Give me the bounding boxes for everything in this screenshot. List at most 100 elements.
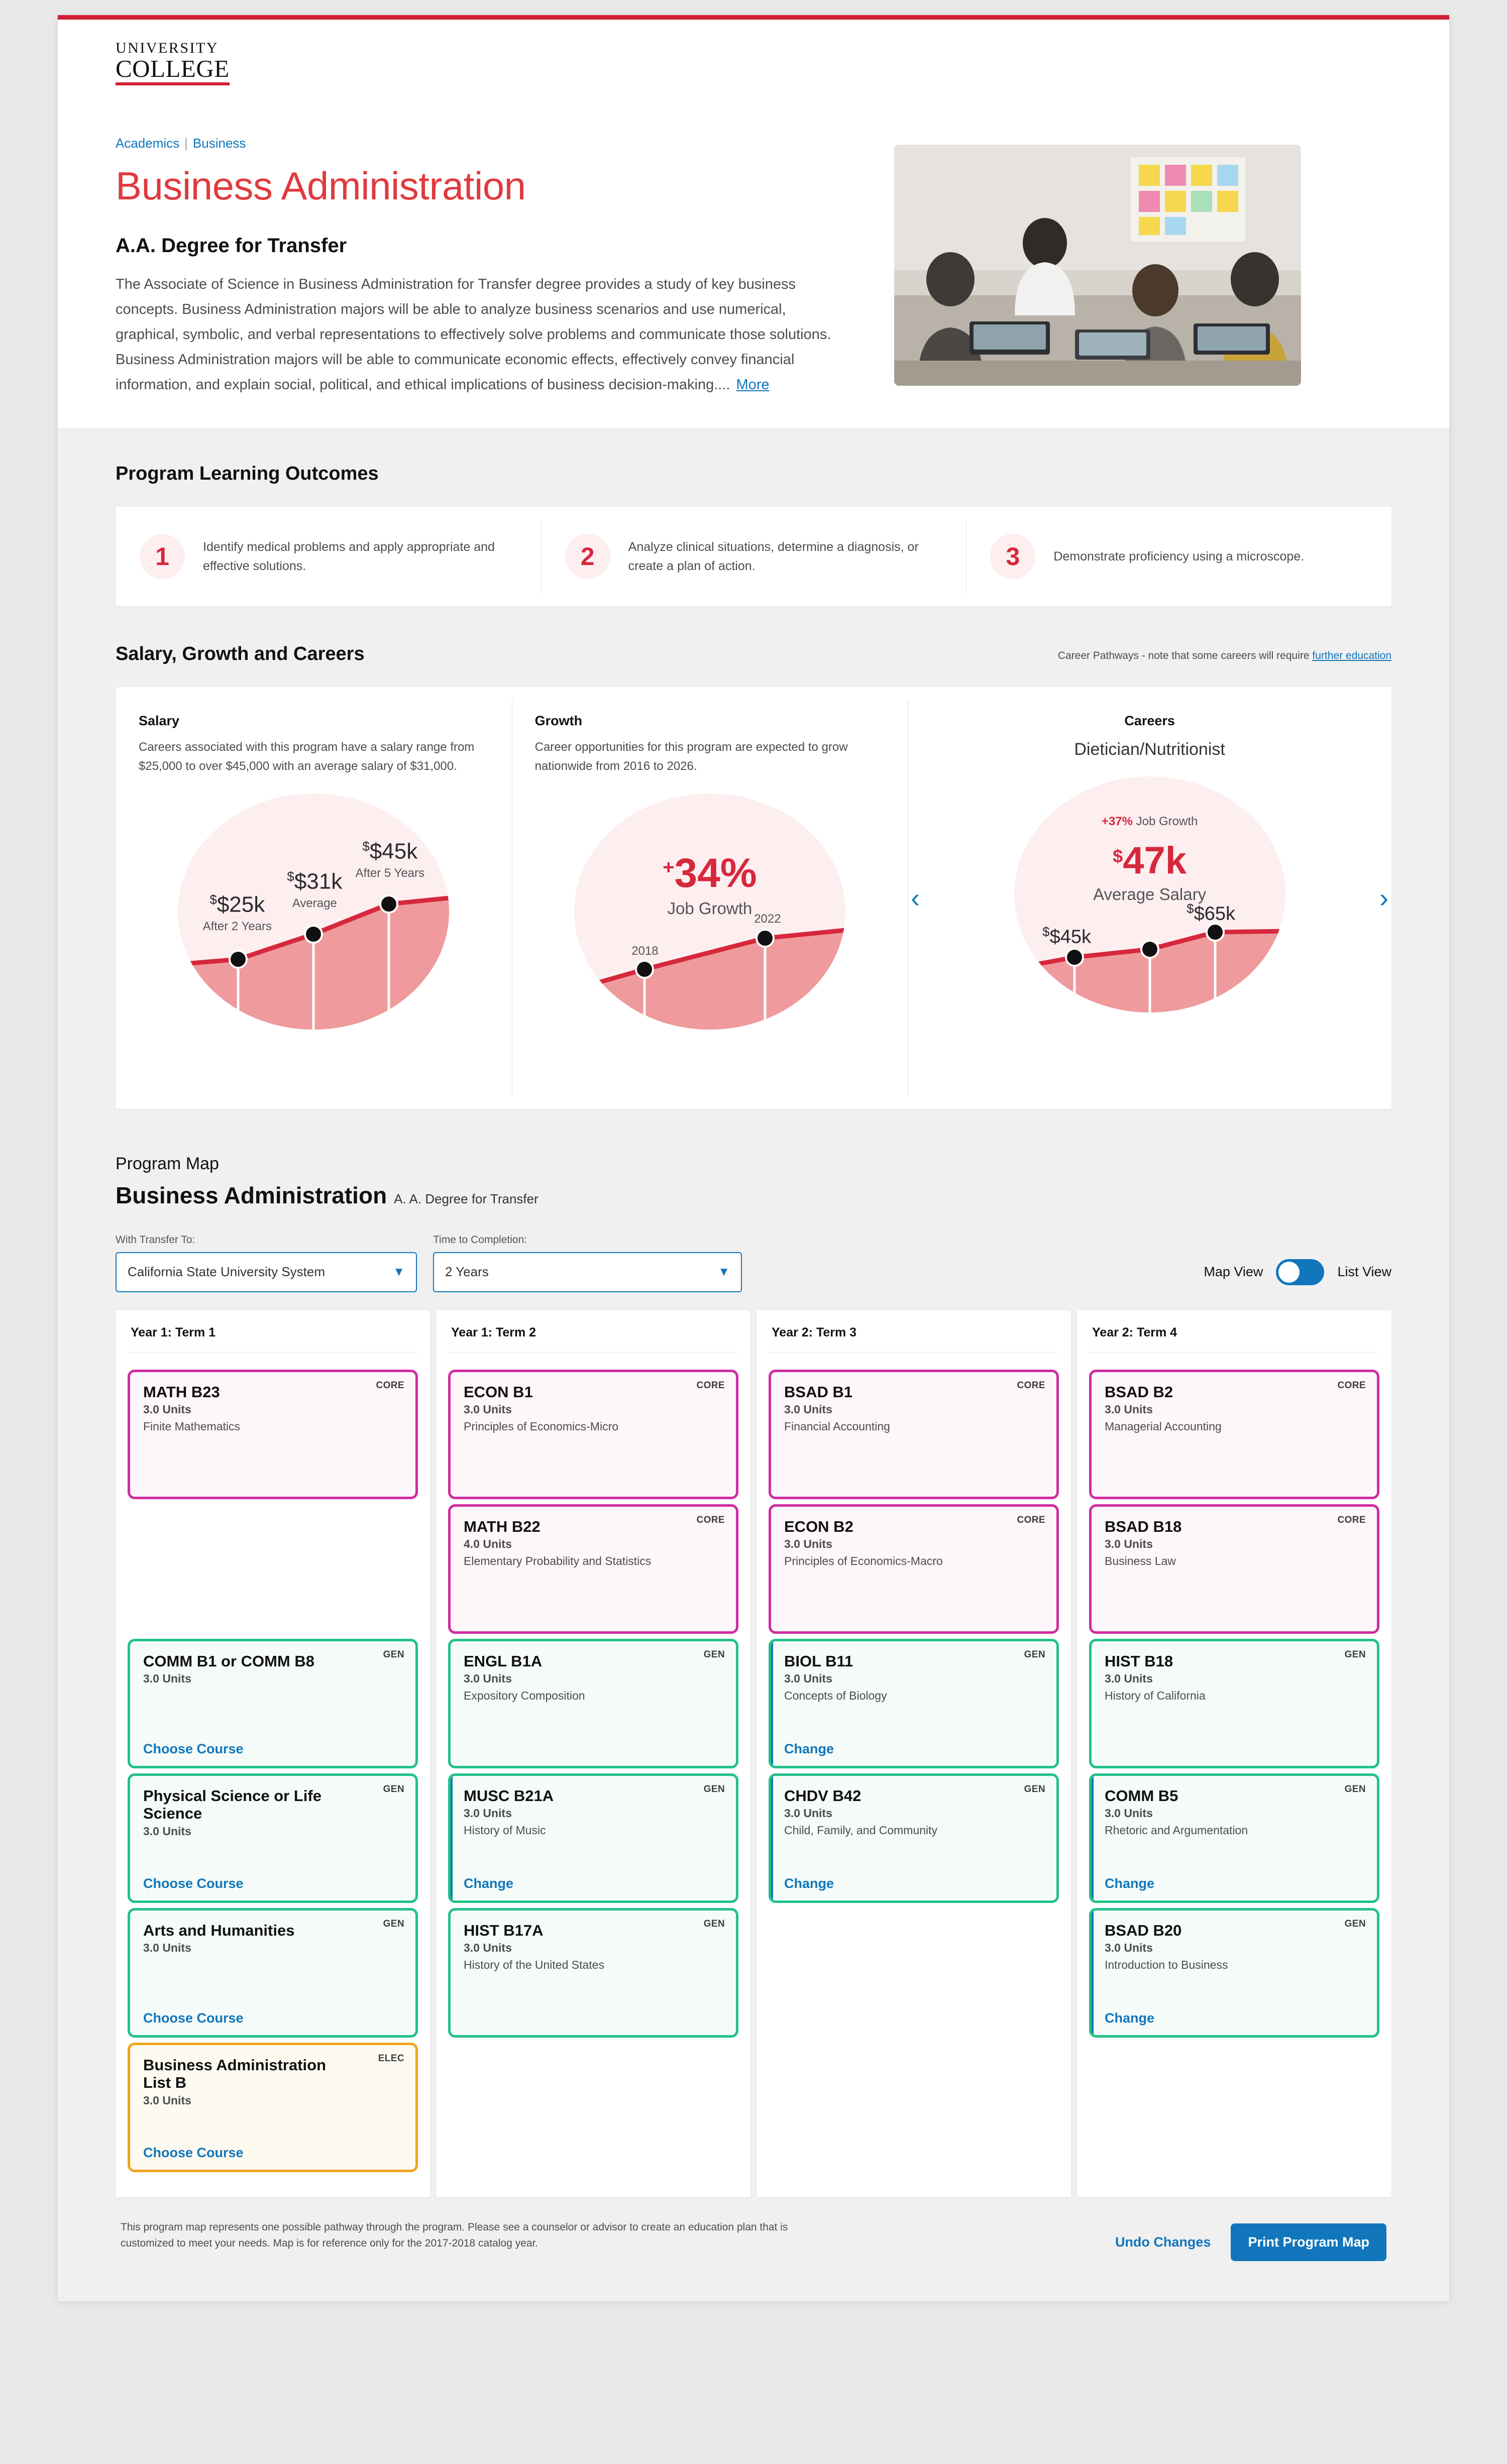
undo-changes-button[interactable]: Undo Changes — [1115, 2234, 1211, 2250]
learning-outcome-item: 3 Demonstrate proficiency using a micros… — [966, 507, 1391, 606]
term-heading: Year 1: Term 1 — [128, 1323, 418, 1353]
course-tag: CORE — [376, 1380, 404, 1391]
course-card[interactable]: GEN HIST B18 3.0 Units History of Califo… — [1089, 1638, 1379, 1768]
time-select[interactable]: 2 Years ▼ — [433, 1252, 742, 1292]
change-course-link[interactable]: Change — [784, 1876, 834, 1891]
outcome-text: Identify medical problems and apply appr… — [203, 539, 495, 573]
degree-subtitle: A.A. Degree for Transfer — [116, 235, 347, 257]
course-card[interactable]: GEN MUSC B21A 3.0 Units History of Music… — [448, 1773, 738, 1903]
program-map-title-row: Business Administration A. A. Degree for … — [116, 1182, 1391, 1209]
learning-outcomes-section: Program Learning Outcomes 1 Identify med… — [116, 428, 1391, 606]
course-card[interactable]: CORE ECON B1 3.0 Units Principles of Eco… — [448, 1369, 738, 1499]
print-program-map-button[interactable]: Print Program Map — [1231, 2223, 1386, 2261]
change-course-link[interactable]: Change — [784, 1741, 834, 1757]
salary-point-3-value-text: $45k — [369, 839, 418, 864]
careers-prev-arrow-icon[interactable]: ‹ — [911, 884, 920, 912]
view-toggle[interactable] — [1276, 1259, 1325, 1285]
salary-chart: $$25k After 2 Years $$31k Average $$45k … — [178, 793, 450, 1030]
course-card[interactable]: GEN Arts and Humanities 3.0 Units Choose… — [128, 1908, 418, 2038]
course-name: Finite Mathematics — [143, 1420, 241, 1433]
course-code: BSAD B18 — [1105, 1517, 1182, 1535]
breadcrumb-academics[interactable]: Academics — [116, 136, 179, 151]
course-slot: GEN COMM B1 or COMM B8 3.0 Units Choose … — [128, 1638, 418, 1768]
course-slot: GEN MUSC B21A 3.0 Units History of Music… — [448, 1773, 738, 1903]
term-column: Year 1: Term 1 CORE MATH B23 3.0 Units F… — [116, 1310, 430, 2197]
course-card[interactable]: CORE MATH B23 3.0 Units Finite Mathemati… — [128, 1369, 418, 1499]
course-tag: CORE — [696, 1514, 725, 1525]
course-tag: GEN — [383, 1649, 404, 1660]
course-slot: GEN BIOL B11 3.0 Units Concepts of Biolo… — [769, 1638, 1059, 1768]
course-card[interactable]: CORE BSAD B18 3.0 Units Business Law — [1089, 1504, 1379, 1634]
band-bottom-spacer — [116, 2266, 1391, 2301]
course-card[interactable]: CORE BSAD B2 3.0 Units Managerial Accoun… — [1089, 1369, 1379, 1499]
course-card[interactable]: GEN COMM B5 3.0 Units Rhetoric and Argum… — [1089, 1773, 1379, 1903]
salary-point-3-value: $$45k — [362, 838, 418, 864]
course-code: ENGL B1A — [464, 1652, 543, 1670]
course-slot: CORE ECON B1 3.0 Units Principles of Eco… — [448, 1369, 738, 1499]
course-card[interactable]: GEN BSAD B20 3.0 Units Introduction to B… — [1089, 1908, 1379, 2038]
course-card[interactable]: GEN BIOL B11 3.0 Units Concepts of Biolo… — [769, 1638, 1059, 1768]
course-slot: GEN HIST B17A 3.0 Units History of the U… — [448, 1908, 738, 2038]
growth-percent: +34% — [574, 852, 845, 894]
site-logo[interactable]: UNIVERSITY COLLEGE — [116, 41, 230, 86]
map-view-label[interactable]: Map View — [1204, 1264, 1263, 1280]
careers-center-label: +37% Job Growth $47k Average Salary — [1014, 815, 1285, 904]
chevron-down-icon: ▼ — [393, 1265, 405, 1279]
course-units: 3.0 Units — [143, 1825, 191, 1838]
change-course-link[interactable]: Change — [464, 1876, 513, 1891]
course-tag: GEN — [1024, 1649, 1045, 1660]
salary-heading: Salary — [139, 713, 180, 728]
program-map-title: Business Administration — [116, 1182, 387, 1208]
course-card[interactable]: GEN Physical Science or Life Science 3.0… — [128, 1773, 418, 1903]
list-view-label[interactable]: List View — [1337, 1264, 1391, 1280]
salary-point-3-caption: After 5 Years — [355, 866, 425, 880]
program-map-degree: A. A. Degree for Transfer — [394, 1191, 539, 1206]
course-code: Physical Science or Life Science — [143, 1786, 321, 1823]
breadcrumb: Academics | Business — [116, 136, 869, 151]
further-education-link[interactable]: further education — [1312, 650, 1391, 661]
careers-point-1-value: $$45k — [1042, 924, 1092, 948]
course-code: BSAD B2 — [1105, 1383, 1173, 1401]
choose-course-link[interactable]: Choose Course — [143, 1741, 244, 1757]
course-slot: GEN COMM B5 3.0 Units Rhetoric and Argum… — [1089, 1773, 1379, 1903]
learning-outcome-item: 2 Analyze clinical situations, determine… — [541, 507, 966, 606]
course-code: COMM B1 or COMM B8 — [143, 1652, 314, 1670]
course-slot: CORE MATH B23 3.0 Units Finite Mathemati… — [128, 1369, 418, 1499]
course-code: HIST B17A — [464, 1921, 544, 1939]
read-more-link[interactable]: More — [736, 377, 769, 393]
transfer-select[interactable]: California State University System ▼ — [116, 1252, 417, 1292]
course-tag: GEN — [383, 1783, 404, 1795]
outcome-number-badge: 1 — [140, 533, 185, 579]
choose-course-link[interactable]: Choose Course — [143, 2010, 244, 2026]
course-tag: GEN — [703, 1918, 725, 1929]
page-root: UNIVERSITY COLLEGE Academics | Business Bu… — [0, 0, 1507, 2464]
course-slot: GEN BSAD B20 3.0 Units Introduction to B… — [1089, 1908, 1379, 2038]
careers-job-growth-value: +37% — [1101, 814, 1133, 828]
growth-panel: Growth Career opportunities for this pro… — [511, 687, 908, 1109]
course-card[interactable]: GEN COMM B1 or COMM B8 3.0 Units Choose … — [128, 1638, 418, 1768]
course-slot-empty — [769, 1908, 1059, 2038]
careers-next-arrow-icon[interactable]: › — [1379, 884, 1388, 912]
choose-course-link[interactable]: Choose Course — [143, 2145, 244, 2161]
course-name: History of California — [1105, 1689, 1206, 1703]
program-photo-illustration — [894, 145, 1301, 386]
hero-text-column: Academics | Business Business Administrati… — [116, 136, 869, 397]
course-card[interactable]: GEN ENGL B1A 3.0 Units Expository Compos… — [448, 1638, 738, 1768]
course-card[interactable]: CORE MATH B22 4.0 Units Elementary Proba… — [448, 1504, 738, 1634]
choose-course-link[interactable]: Choose Course — [143, 1876, 244, 1891]
course-card[interactable]: GEN HIST B17A 3.0 Units History of the U… — [448, 1908, 738, 2038]
view-toggle-knob — [1278, 1261, 1300, 1283]
careers-point-1-label: $$45k — [1024, 925, 1110, 947]
course-card[interactable]: CORE ECON B2 3.0 Units Principles of Eco… — [769, 1504, 1059, 1634]
course-card[interactable]: ELEC Business Administration List B 3.0 … — [128, 2042, 418, 2172]
course-slot: ELEC Business Administration List B 3.0 … — [128, 2042, 418, 2172]
course-name: Business Law — [1105, 1554, 1176, 1568]
course-card[interactable]: GEN CHDV B42 3.0 Units Child, Family, an… — [769, 1773, 1059, 1903]
course-card[interactable]: CORE BSAD B1 3.0 Units Financial Account… — [769, 1369, 1059, 1499]
course-code: MUSC B21A — [464, 1786, 554, 1805]
change-course-link[interactable]: Change — [1105, 2010, 1154, 2026]
change-course-link[interactable]: Change — [1105, 1876, 1154, 1891]
course-slot: CORE ECON B2 3.0 Units Principles of Eco… — [769, 1504, 1059, 1634]
course-tag: GEN — [383, 1918, 404, 1929]
breadcrumb-business[interactable]: Business — [193, 136, 246, 151]
